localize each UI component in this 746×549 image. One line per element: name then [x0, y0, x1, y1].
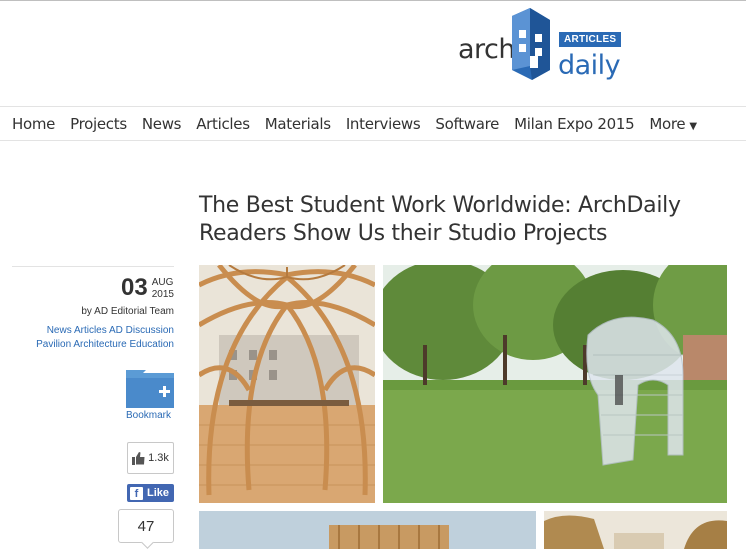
nav-item-articles[interactable]: Articles: [196, 115, 250, 133]
thumbs-up-icon: [132, 451, 145, 465]
nav-item-interviews[interactable]: Interviews: [346, 115, 421, 133]
triangle-down-icon: ▼: [689, 120, 697, 132]
park-sculpture-drawing: [383, 265, 727, 503]
nav-item-materials[interactable]: Materials: [265, 115, 331, 133]
tag-link[interactable]: Pavilion: [36, 339, 71, 350]
date-year: 2015: [151, 289, 174, 300]
nav-item-news[interactable]: News: [142, 115, 182, 133]
date-month-year: AUG 2015: [152, 275, 174, 301]
park-sculpture-photo[interactable]: [383, 265, 727, 503]
top-border: [0, 0, 746, 1]
folder-plus-icon: [126, 370, 174, 408]
nav-item-projects[interactable]: Projects: [70, 115, 127, 133]
bookmark-label: Bookmark: [126, 410, 172, 421]
author-byline: by AD Editorial Team: [81, 306, 174, 317]
thatched-structure-photo[interactable]: [544, 511, 727, 549]
main-nav: Home Projects News Articles Materials In…: [0, 106, 746, 141]
publish-date: 03 AUG 2015: [121, 275, 174, 301]
logo-word-arch: arch: [458, 34, 516, 65]
nav-item-milan-expo[interactable]: Milan Expo 2015: [514, 115, 635, 133]
facebook-like-button[interactable]: f Like: [127, 484, 174, 502]
like-count-button[interactable]: 1.3k: [127, 442, 174, 474]
tag-link[interactable]: Architecture Education: [73, 339, 174, 350]
nav-item-more[interactable]: More ▼: [649, 114, 697, 133]
article-title: The Best Student Work Worldwide: ArchDai…: [199, 193, 681, 246]
nav-item-software[interactable]: Software: [435, 115, 499, 133]
tag-link[interactable]: Articles: [74, 325, 107, 336]
pavilion-photo-drawing: [199, 265, 375, 503]
nav-more-label: More: [649, 114, 686, 133]
date-month: AUG: [151, 277, 174, 288]
comment-count-button[interactable]: 47: [118, 509, 174, 543]
date-day: 03: [121, 274, 148, 301]
tag-link[interactable]: AD Discussion: [109, 325, 174, 336]
like-count: 1.3k: [148, 452, 169, 464]
tag-list: News Articles AD Discussion Pavilion Arc…: [12, 324, 174, 352]
timber-structure-drawing: [199, 511, 536, 549]
timber-structure-photo[interactable]: [199, 511, 536, 549]
tag-link[interactable]: News: [47, 325, 72, 336]
facebook-like-label: Like: [147, 487, 170, 499]
pavilion-photo[interactable]: [199, 265, 375, 503]
bookmark-button[interactable]: Bookmark: [126, 370, 174, 426]
nav-item-home[interactable]: Home: [12, 115, 55, 133]
comment-count: 47: [137, 517, 155, 535]
facebook-icon: f: [130, 486, 143, 500]
articles-badge: ARTICLES: [559, 32, 622, 47]
thatched-structure-drawing: [544, 511, 727, 549]
site-logo[interactable]: arch ARTICLES daily: [458, 6, 622, 86]
sidebar-divider: [12, 266, 174, 267]
archdaily-building-icon: [512, 8, 550, 80]
logo-word-daily: daily: [558, 50, 621, 81]
